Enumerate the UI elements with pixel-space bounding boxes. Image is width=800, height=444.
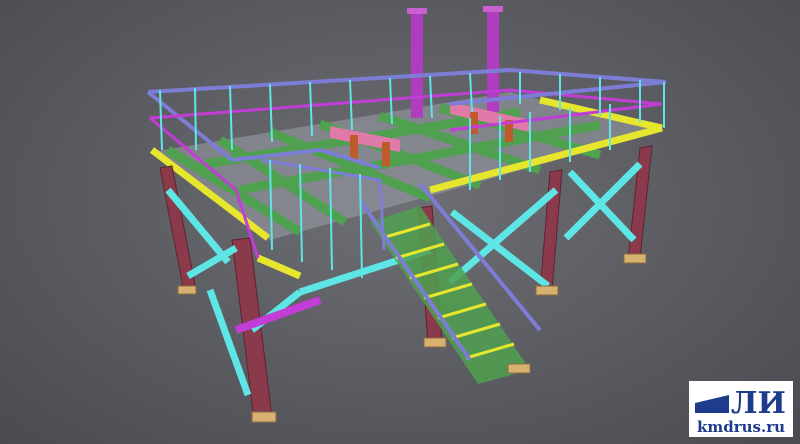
logo-url: kmdrus.ru — [696, 418, 786, 436]
site-logo[interactable]: ЛИ kmdrus.ru — [689, 381, 793, 437]
structure-render — [146, 6, 667, 423]
svg-text:ЛИ: ЛИ — [731, 386, 786, 417]
logo-mark-icon: ЛИ — [695, 385, 787, 417]
stair — [358, 182, 542, 384]
